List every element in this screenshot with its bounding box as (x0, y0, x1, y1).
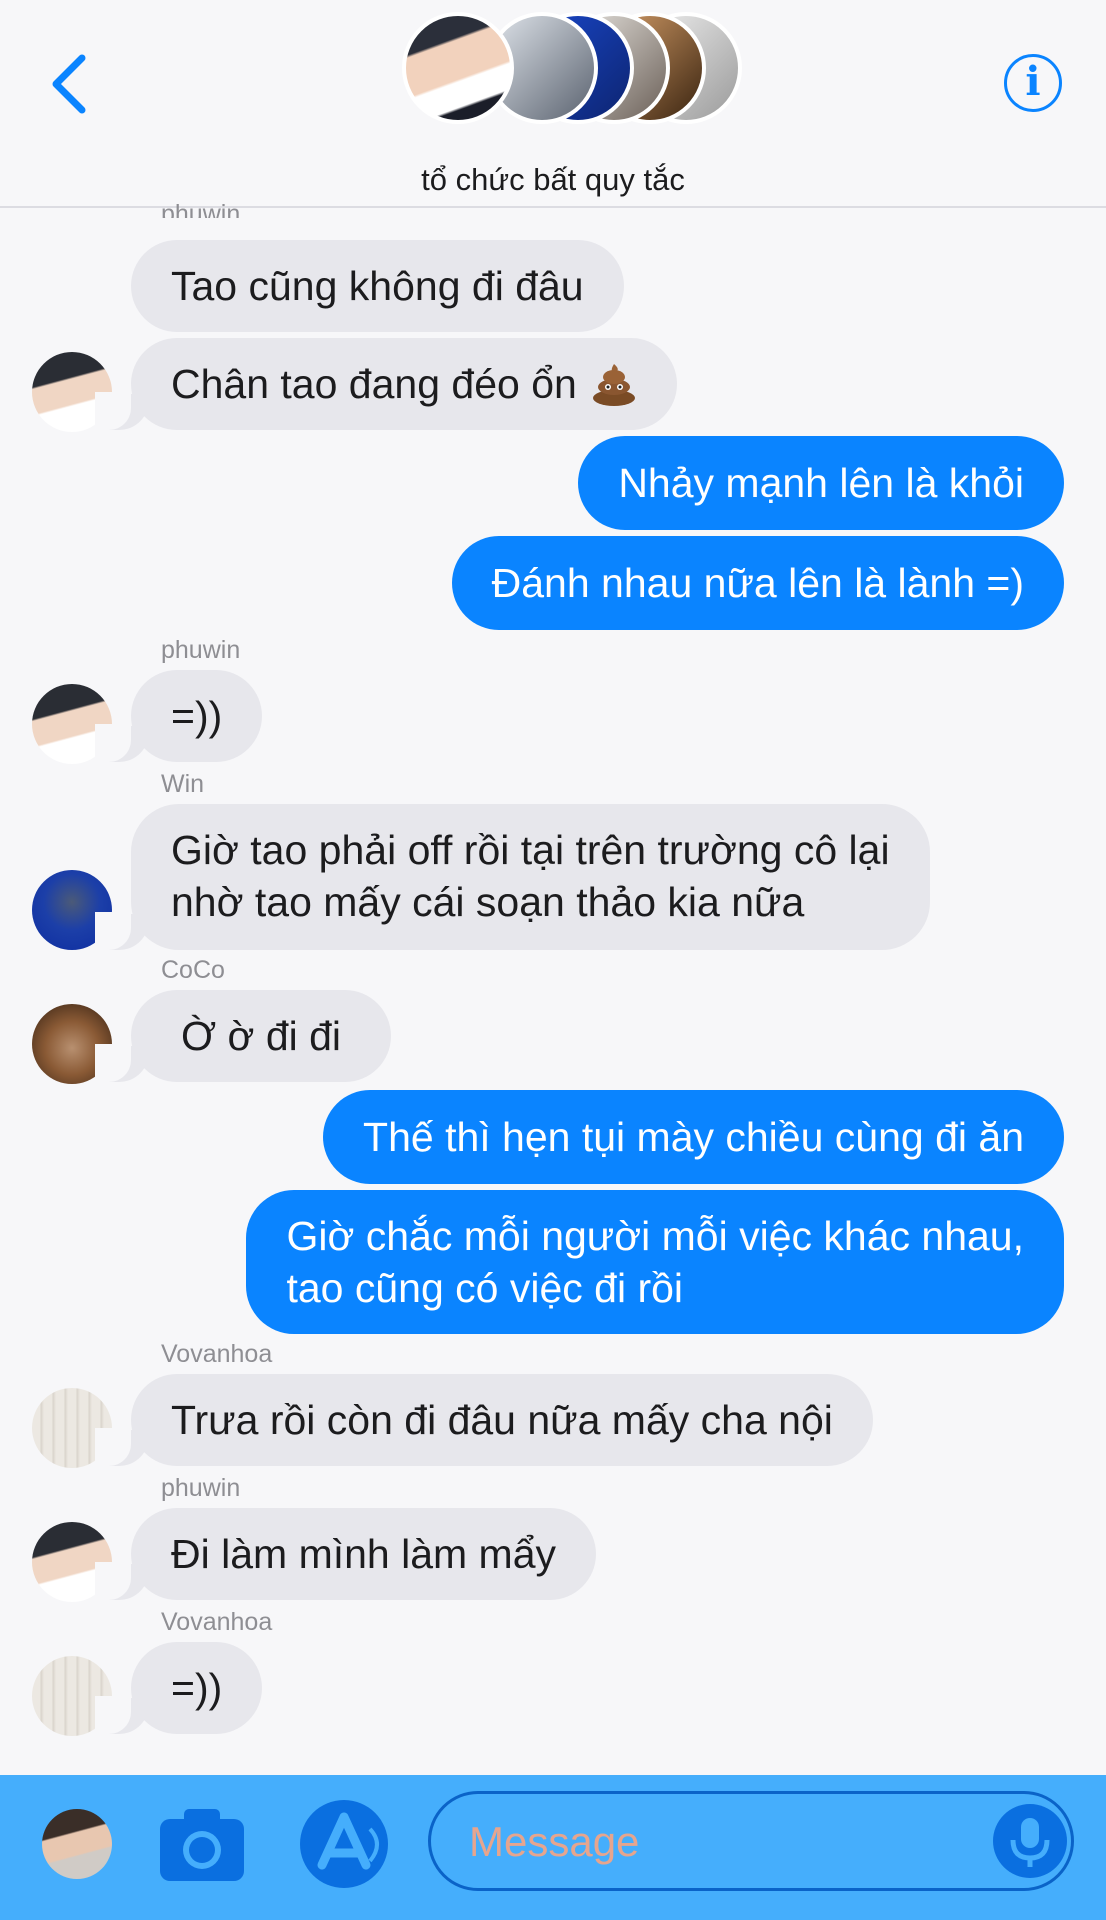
message-bubble-incoming[interactable]: Chân tao đang đéo ổn (95, 338, 677, 430)
message-input-field[interactable] (428, 1791, 1074, 1891)
message-text: Trưa rồi còn đi đâu nữa mấy cha nội (171, 1397, 833, 1443)
camera-icon[interactable] (158, 1805, 246, 1883)
message-list[interactable]: phuwin Tao cũng không đi đâu Chân tao đa… (0, 200, 1106, 1770)
group-title[interactable]: tổ chức bất quy tắc (0, 162, 1106, 198)
message-bubble-incoming[interactable]: Tao cũng không đi đâu (131, 240, 624, 332)
message-text: nhờ tao mấy cái soạn thảo kia nữa (171, 879, 805, 925)
message-text: tao cũng có việc đi rồi (286, 1265, 684, 1311)
group-avatar-stack[interactable] (402, 12, 742, 124)
message-text: Tao cũng không đi đâu (171, 263, 584, 309)
message-text: Giờ tao phải off rồi tại trên trường cô … (171, 827, 890, 873)
message-text: Giờ chắc mỗi người mỗi việc khác nhau, (286, 1213, 1024, 1259)
app-store-icon[interactable] (296, 1799, 392, 1889)
message-bubble-outgoing[interactable]: Giờ chắc mỗi người mỗi việc khác nhau, t… (246, 1190, 1064, 1334)
chevron-left-icon[interactable] (48, 52, 92, 116)
message-bubble-outgoing[interactable]: Thế thì hẹn tụi mày chiều cùng đi ăn (323, 1090, 1064, 1184)
message-bubble-outgoing[interactable]: Nhảy mạnh lên là khỏi (578, 436, 1064, 530)
message-text: Nhảy mạnh lên là khỏi (618, 460, 1024, 506)
message-bubble-outgoing[interactable]: Đánh nhau nữa lên là lành =) (451, 536, 1064, 630)
sender-name: Win (161, 770, 205, 798)
sender-name: CoCo (161, 956, 225, 984)
message-text: =)) (171, 1665, 223, 1711)
sender-name: phuwin (161, 1474, 241, 1502)
sender-name: Vovanhoa (161, 1608, 273, 1636)
message-bubble-incoming[interactable]: Giờ tao phải off rồi tại trên trường cô … (95, 804, 930, 950)
message-bubble-incoming[interactable]: Đi làm mình làm mẩy (94, 1508, 597, 1600)
composer-bar (0, 1775, 1106, 1920)
info-icon[interactable]: i (1004, 54, 1062, 112)
message-text: Thế thì hẹn tụi mày chiều cùng đi ăn (363, 1114, 1024, 1160)
conversation-header: i tổ chức bất quy tắc (0, 0, 1106, 208)
message-text: Ờ ờ đi đi (181, 1013, 342, 1059)
message-bubble-incoming[interactable]: =)) (94, 670, 263, 762)
sender-name: phuwin (161, 200, 241, 218)
message-text: Đánh nhau nữa lên là lành =) (491, 560, 1024, 606)
message-text: =)) (171, 693, 223, 739)
microphone-icon[interactable] (993, 1804, 1067, 1878)
message-input[interactable] (469, 1812, 989, 1872)
pile-of-poo-icon (592, 364, 635, 406)
message-text: Đi làm mình làm mẩy (171, 1531, 557, 1577)
message-bubble-incoming[interactable]: =)) (94, 1642, 263, 1734)
member-avatar-1 (402, 12, 514, 124)
message-bubble-incoming[interactable]: Trưa rồi còn đi đâu nữa mấy cha nội (95, 1374, 873, 1466)
message-bubble-incoming[interactable]: Ờ ờ đi đi (94, 990, 392, 1082)
avatar[interactable] (42, 1809, 112, 1879)
message-text: Chân tao đang đéo ổn (171, 361, 577, 407)
sender-name: phuwin (161, 636, 241, 664)
sender-name: Vovanhoa (161, 1340, 273, 1368)
